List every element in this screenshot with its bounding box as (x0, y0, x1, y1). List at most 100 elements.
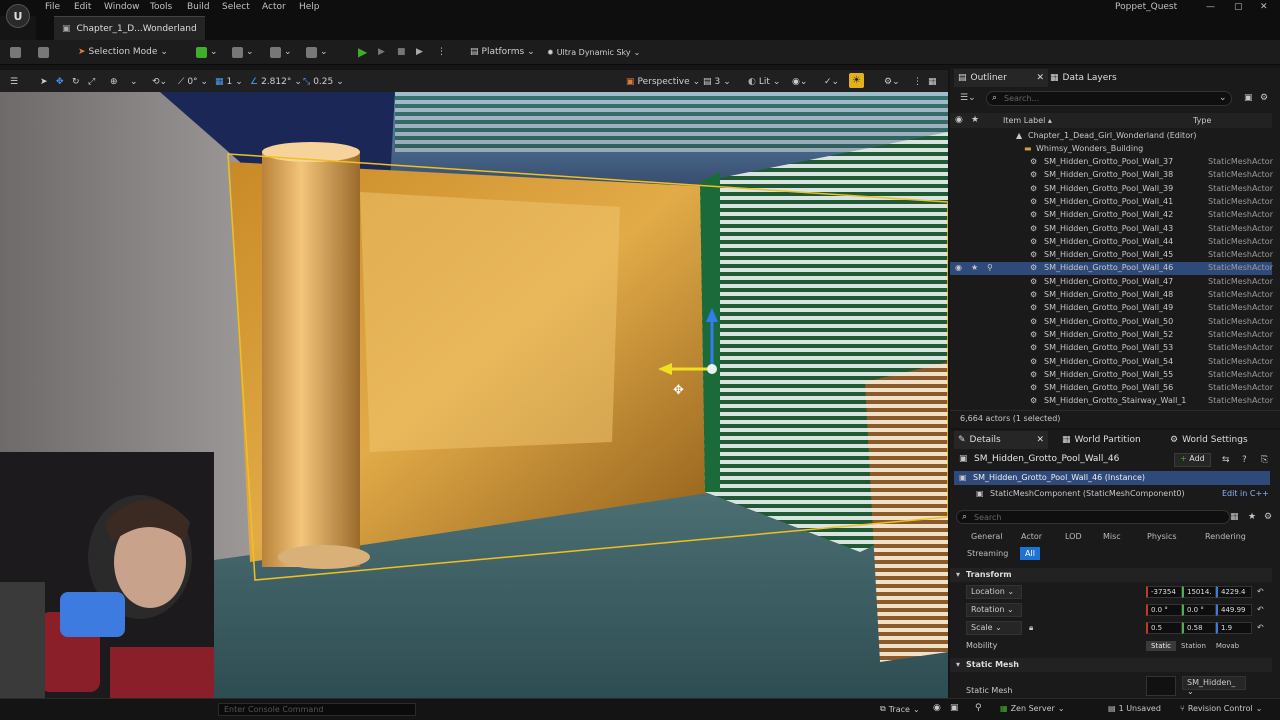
angle-snap-dropdown[interactable]: ∠ 2.812° ⌄ (250, 75, 302, 89)
move-tool-icon[interactable]: ✥ (56, 75, 64, 89)
transform-section-header[interactable]: ▾ Transform (950, 568, 1272, 582)
camera-speed-dropdown[interactable]: ▤ 3 ⌄ (703, 75, 731, 89)
menu-file[interactable]: File (45, 2, 60, 12)
add-folder-icon[interactable]: ▣ (1244, 93, 1253, 103)
close-tab-icon[interactable]: ✕ (1036, 73, 1044, 83)
level-row[interactable]: ▲ Chapter_1_Dead_Girl_Wonderland (Editor… (950, 130, 1272, 143)
filter-misc[interactable]: Misc (1098, 530, 1126, 543)
selection-mode-dropdown[interactable]: ➤ Selection Mode ⌄ (78, 45, 168, 59)
visibility-icon[interactable]: ◉ (955, 115, 963, 125)
outliner-row[interactable]: ◉ ★ ⚲ ⚙ SM_Hidden_Grotto_Pool_Wall_46 StaticM… (950, 262, 1273, 276)
outliner-row[interactable]: ⚙ SM_Hidden_Grotto_Pool_Wall_48 StaticMesh… (950, 289, 1273, 302)
tab-outliner[interactable]: ▤ Outliner ✕ (954, 69, 1048, 87)
location-x-field[interactable]: -37354 (1146, 586, 1182, 598)
reset-location-icon[interactable]: ↶ (1257, 587, 1264, 596)
unreal-logo-icon[interactable]: U (6, 4, 30, 28)
lock-scale-icon[interactable]: 🔒︎ (1029, 623, 1033, 633)
menu-window[interactable]: Window (104, 2, 140, 12)
lock-icon[interactable]: ⚲ (987, 263, 993, 272)
outliner-row[interactable]: ⚙ SM_Hidden_Grotto_Pool_Wall_55 StaticMesh… (950, 369, 1273, 382)
mesh-thumbnail[interactable] (1146, 676, 1176, 696)
mobility-movable[interactable]: Movab (1211, 641, 1244, 651)
outliner-row[interactable]: ⚙ SM_Hidden_Grotto_Pool_Wall_43 StaticMesh… (950, 223, 1273, 236)
col-type[interactable]: Type (1193, 116, 1211, 125)
grid-snap-icon[interactable]: ⟲⌄ (152, 75, 167, 89)
perspective-dropdown[interactable]: ▣ Perspective ⌄ (626, 75, 700, 89)
outliner-row[interactable]: ⚙ SM_Hidden_Grotto_Pool_Wall_44 StaticMesh… (950, 236, 1273, 249)
more-options-icon[interactable]: ⋮ (437, 45, 446, 59)
outliner-row[interactable]: ⚙ SM_Hidden_Grotto_Stairway_Wall_1 StaticM… (950, 395, 1273, 408)
close-icon[interactable]: ✕ (1260, 2, 1268, 12)
select-tool-icon[interactable]: ➤ (40, 75, 48, 89)
outliner-row[interactable]: ⚙ SM_Hidden_Grotto_Pool_Wall_45 StaticMesh… (950, 249, 1273, 262)
realtime-icon[interactable]: ✓⌄ (824, 75, 839, 89)
menu-help[interactable]: Help (299, 2, 320, 12)
lock-icon[interactable]: ⎘ (1261, 455, 1268, 465)
step-icon[interactable]: ▶ (378, 45, 385, 59)
menu-build[interactable]: Build (187, 2, 210, 12)
rotation-dropdown[interactable]: Rotation ⌄ (966, 603, 1022, 617)
revision-control-button[interactable]: ⑂ Revision Control ⌄ (1180, 704, 1262, 713)
reset-rotation-icon[interactable]: ↶ (1257, 605, 1264, 614)
scale-snap-dropdown[interactable]: ⤡ 0.25 ⌄ (303, 75, 344, 89)
filter-streaming[interactable]: Streaming (962, 547, 1013, 560)
minimize-icon[interactable]: — (1206, 2, 1215, 12)
scale-dropdown[interactable]: Scale ⌄ (966, 621, 1022, 635)
tab-world-partition[interactable]: ▦ World Partition (1062, 431, 1141, 449)
outliner-row[interactable]: ⚙ SM_Hidden_Grotto_Pool_Wall_39 StaticMesh… (950, 183, 1273, 196)
lighting-toggle-icon[interactable]: ☀ (849, 73, 864, 88)
table-view-icon[interactable]: ▦ (1230, 512, 1239, 522)
platforms-dropdown[interactable]: ▤ Platforms ⌄ (470, 45, 535, 59)
menu-select[interactable]: Select (222, 2, 250, 12)
scale-z-field[interactable]: 1.9 (1216, 622, 1252, 634)
outliner-row[interactable]: ⚙ SM_Hidden_Grotto_Pool_Wall_54 StaticMesh… (950, 356, 1273, 369)
location-dropdown[interactable]: Location ⌄ (966, 585, 1022, 599)
static-mesh-dropdown[interactable]: SM_Hidden_ ⌄ (1182, 676, 1246, 696)
pin-icon[interactable]: ★ (971, 115, 979, 125)
rotation-snap-toggle[interactable]: ⟋ 0° ⌄ (178, 75, 208, 89)
component-row[interactable]: ▣ StaticMeshComponent (StaticMeshCompone… (954, 487, 1270, 501)
outliner-search-input[interactable]: ⌕ Search... ⌄ (986, 91, 1232, 106)
outliner-row[interactable]: ⚙ SM_Hidden_Grotto_Pool_Wall_37 StaticMesh… (950, 156, 1273, 169)
actor-name-field[interactable]: SM_Hidden_Grotto_Pool_Wall_46 (974, 454, 1119, 464)
add-actor-icon[interactable]: ⌄ (196, 45, 218, 59)
menu-tools[interactable]: Tools (150, 2, 172, 12)
filter-icon[interactable]: ☰⌄ (960, 93, 976, 103)
blueprint-icon[interactable]: ⌄ (232, 45, 254, 59)
mobility-static[interactable]: Static (1146, 640, 1177, 651)
pin-icon[interactable]: ★ (971, 263, 978, 272)
edit-cpp-link[interactable]: Edit in C++ (1222, 489, 1269, 498)
scale-tool-icon[interactable]: ⤢ (88, 75, 95, 89)
unsaved-button[interactable]: ▤ 1 Unsaved (1108, 704, 1161, 713)
settings-icon[interactable]: ⚙⌄ (884, 75, 900, 89)
level-viewport[interactable]: ✥ (0, 92, 948, 698)
level-tab[interactable]: ▣ Chapter_1_D...Wonderland (54, 16, 205, 40)
rotation-y-field[interactable]: 0.0 ° (1182, 604, 1216, 616)
console-command-input[interactable]: Enter Console Command (218, 703, 416, 716)
tab-world-settings[interactable]: ⚙ World Settings (1170, 431, 1248, 449)
blueprint-icon[interactable]: ⇆ (1222, 455, 1230, 465)
trace-button[interactable]: ⧉ Trace ⌄ (880, 704, 920, 714)
filter-lod[interactable]: LOD (1060, 530, 1087, 543)
surface-snap-icon[interactable]: ⌄ (130, 75, 138, 89)
filter-physics[interactable]: Physics (1142, 530, 1182, 543)
visibility-icon[interactable]: ◉ (955, 263, 962, 272)
menu-actor[interactable]: Actor (262, 2, 286, 12)
grid-size-dropdown[interactable]: ▦ 1 ⌄ (215, 75, 243, 89)
tab-data-layers[interactable]: ▦ Data Layers (1050, 69, 1117, 87)
layout-icon[interactable]: ▦ (928, 75, 937, 89)
outliner-row[interactable]: ⚙ SM_Hidden_Grotto_Pool_Wall_47 StaticMesh… (950, 276, 1273, 289)
outliner-row[interactable]: ⚙ SM_Hidden_Grotto_Pool_Wall_49 StaticMesh… (950, 302, 1273, 315)
world-space-icon[interactable]: ⊕ (110, 75, 118, 89)
static-mesh-section-header[interactable]: ▾ Static Mesh (950, 658, 1272, 672)
filter-general[interactable]: General (966, 530, 1008, 543)
show-flags-icon[interactable]: ◉⌄ (792, 75, 807, 89)
save-icon[interactable] (10, 45, 21, 59)
close-tab-icon[interactable]: ✕ (1036, 435, 1044, 445)
filter-rendering[interactable]: Rendering (1200, 530, 1251, 543)
rotation-z-field[interactable]: 449.99 (1216, 604, 1252, 616)
favorite-icon[interactable]: ★ (1248, 512, 1256, 522)
outliner-row[interactable]: ⚙ SM_Hidden_Grotto_Pool_Wall_42 StaticMesh… (950, 209, 1273, 222)
instance-row[interactable]: ▣ SM_Hidden_Grotto_Pool_Wall_46 (Instanc… (954, 471, 1270, 485)
platform-build-icon[interactable]: ⌄ (306, 45, 328, 59)
